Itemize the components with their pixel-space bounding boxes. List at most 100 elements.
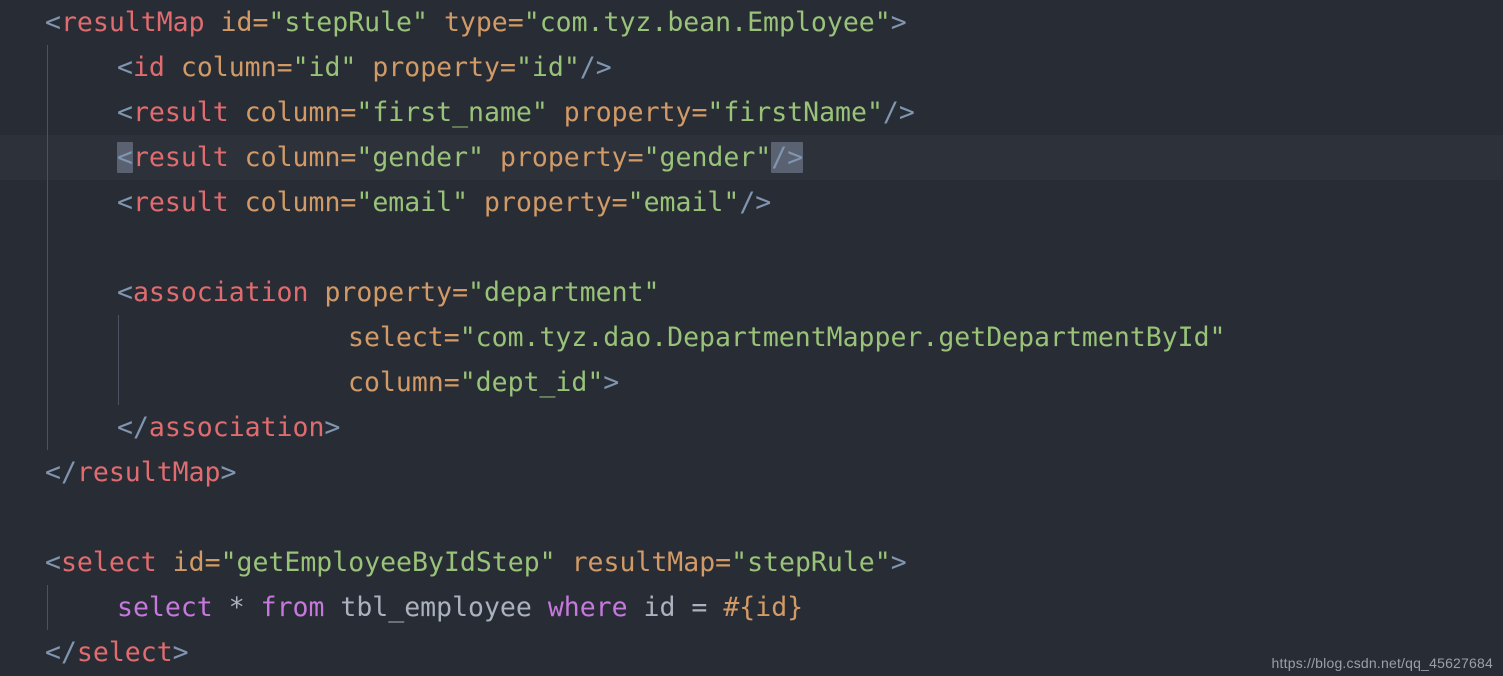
attribute-value-email-column: "email" — [356, 187, 469, 218]
self-closing-bracket-icon: /> — [739, 187, 772, 218]
tag-name-select-close: select — [76, 637, 173, 668]
attribute-id: id — [220, 7, 253, 38]
code-line-11[interactable]: </resultMap> — [0, 450, 1503, 495]
equals-sign: = — [443, 367, 460, 398]
attribute-property: property — [563, 97, 692, 128]
tag-name-id: id — [132, 52, 165, 83]
tag-name-association-close: association — [148, 412, 325, 443]
angle-bracket-close-icon: > — [220, 457, 237, 488]
closing-tag-bracket-icon: </ — [45, 637, 77, 668]
code-line-2[interactable]: <id column="id" property="id"/> — [0, 45, 1503, 90]
equals-sign: = — [252, 7, 269, 38]
code-line-13[interactable]: <select id="getEmployeeByIdStep" resultM… — [0, 540, 1503, 585]
attribute-id: id — [172, 547, 205, 578]
attribute-column: column — [244, 187, 341, 218]
attribute-resultmap: resultMap — [571, 547, 716, 578]
code-line-3[interactable]: <result column="first_name" property="fi… — [0, 90, 1503, 135]
attribute-value-dept-id: "dept_id" — [459, 367, 604, 398]
sql-parameter-placeholder: #{id} — [723, 592, 804, 623]
angle-bracket-close-icon: > — [172, 637, 189, 668]
attribute-property: property — [324, 277, 453, 308]
watermark-url: https://blog.csdn.net/qq_45627684 — [1271, 655, 1493, 671]
code-line-9[interactable]: column="dept_id"> — [0, 360, 1503, 405]
code-line-10[interactable]: </association> — [0, 405, 1503, 450]
angle-bracket-open-icon: < — [117, 277, 133, 308]
attribute-column: column — [244, 97, 341, 128]
attribute-value-email-property: "email" — [627, 187, 740, 218]
equals-sign: = — [452, 277, 469, 308]
attribute-value-getemployeebyidstep: "getEmployeeByIdStep" — [220, 547, 556, 578]
attribute-value-id-property: "id" — [515, 52, 580, 83]
indent-guide-level-2 — [118, 315, 119, 405]
angle-bracket-open-icon: < — [117, 97, 133, 128]
attribute-value-gender-column: "gender" — [356, 142, 485, 173]
equals-sign: = — [627, 142, 644, 173]
sql-table-name: tbl_employee — [324, 592, 548, 623]
tag-name-result: result — [132, 142, 229, 173]
equals-sign: = — [611, 187, 628, 218]
code-line-7[interactable]: <association property="department" — [0, 270, 1503, 315]
equals-sign: = — [500, 52, 516, 83]
sql-star-operator: * — [212, 592, 261, 623]
code-editor-screen: <resultMap id="stepRule" type="com.tyz.b… — [0, 0, 1503, 676]
attribute-property: property — [372, 52, 500, 83]
closing-tag-bracket-icon: </ — [117, 412, 149, 443]
bracket-match-close-icon: /> — [771, 142, 804, 173]
tag-name-resultmap: resultMap — [60, 7, 205, 38]
angle-bracket-open-icon: < — [45, 7, 61, 38]
attribute-value-select-statement: "com.tyz.dao.DepartmentMapper.getDepartm… — [459, 322, 1226, 353]
attribute-type: type — [443, 7, 508, 38]
sql-keyword-select: select — [117, 592, 213, 623]
attribute-value-first-name-column: "first_name" — [356, 97, 548, 128]
code-line-5[interactable]: <result column="email" property="email"/… — [0, 180, 1503, 225]
attribute-select: select — [348, 322, 444, 353]
equals-sign: = — [340, 142, 357, 173]
equals-sign: = — [443, 322, 460, 353]
code-line-4-active[interactable]: <result column="gender" property="gender… — [0, 135, 1503, 180]
attribute-column: column — [348, 367, 444, 398]
self-closing-bracket-icon: /> — [579, 52, 612, 83]
code-line-1[interactable]: <resultMap id="stepRule" type="com.tyz.b… — [0, 0, 1503, 45]
attribute-value-employee-class: "com.tyz.bean.Employee" — [523, 7, 891, 38]
code-line-14-sql[interactable]: select * from tbl_employee where id = #{… — [0, 585, 1503, 630]
angle-bracket-open-icon: < — [117, 52, 133, 83]
equals-sign: = — [340, 187, 357, 218]
attribute-value-steprule: "stepRule" — [268, 7, 428, 38]
attribute-property: property — [499, 142, 628, 173]
attribute-column: column — [244, 142, 341, 173]
angle-bracket-open-icon: < — [45, 547, 61, 578]
self-closing-bracket-icon: /> — [882, 97, 915, 128]
attribute-value-firstname-property: "firstName" — [707, 97, 883, 128]
angle-bracket-close-icon: > — [890, 7, 907, 38]
code-line-8[interactable]: select="com.tyz.dao.DepartmentMapper.get… — [0, 315, 1503, 360]
tag-name-result: result — [132, 97, 229, 128]
attribute-value-id-column: "id" — [292, 52, 357, 83]
closing-tag-bracket-icon: </ — [45, 457, 77, 488]
equals-sign: = — [507, 7, 524, 38]
code-line-6-blank[interactable] — [0, 225, 1503, 270]
equals-sign: = — [691, 97, 708, 128]
code-content-area[interactable]: <resultMap id="stepRule" type="com.tyz.b… — [0, 0, 1503, 676]
attribute-property: property — [484, 187, 612, 218]
bracket-match-open-icon: < — [117, 142, 133, 173]
sql-condition: id = — [627, 592, 724, 623]
code-line-12-blank[interactable] — [0, 495, 1503, 540]
equals-sign: = — [276, 52, 293, 83]
sql-keyword-from: from — [260, 592, 325, 623]
indent-guide-level-1-select — [47, 585, 48, 630]
attribute-value-department: "department" — [468, 277, 660, 308]
attribute-column: column — [180, 52, 277, 83]
